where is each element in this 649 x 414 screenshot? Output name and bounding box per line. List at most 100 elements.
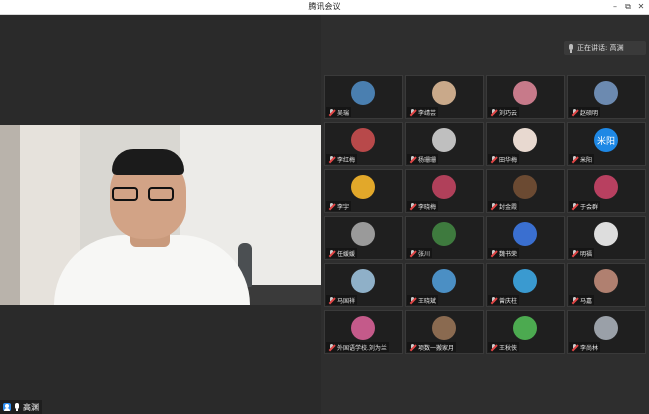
participant-tile[interactable]: 马嘉 xyxy=(567,263,646,307)
participant-tile[interactable]: 明福 xyxy=(567,216,646,260)
participant-tile[interactable]: 李靖芸 xyxy=(405,75,484,119)
participant-tile[interactable]: 张川 xyxy=(405,216,484,260)
participant-name: 李宇 xyxy=(337,203,350,211)
participant-name-tag: 刘巧云 xyxy=(488,107,520,117)
avatar xyxy=(594,269,618,293)
participant-name-tag: 曾庆柱 xyxy=(488,295,520,305)
participant-name: 赵硕明 xyxy=(580,109,599,117)
mic-muted-icon xyxy=(490,296,497,304)
participant-name-tag: 李尚林 xyxy=(569,342,601,352)
participant-name-tag: 任媛媛 xyxy=(326,248,358,258)
participant-tile[interactable]: 任媛媛 xyxy=(324,216,403,260)
participant-name-tag: 李靖芸 xyxy=(407,107,439,117)
participant-tile[interactable]: 吴瑞 xyxy=(324,75,403,119)
participant-name-tag: 李红梅 xyxy=(326,154,358,164)
participant-name: 任媛媛 xyxy=(337,250,356,258)
participant-tile[interactable]: 李尚林 xyxy=(567,310,646,354)
participant-name: 米阳 xyxy=(580,156,593,164)
mic-muted-icon xyxy=(490,249,497,257)
participant-name: 李尚林 xyxy=(580,344,599,352)
participant-name: 李靖芸 xyxy=(418,109,437,117)
mic-muted-icon xyxy=(490,155,497,163)
mic-muted-icon xyxy=(409,249,416,257)
participant-tile[interactable]: 赵硕明 xyxy=(567,75,646,119)
participant-name: 曾庆柱 xyxy=(499,297,518,305)
mic-muted-icon xyxy=(409,202,416,210)
mic-muted-icon xyxy=(328,108,335,116)
avatar xyxy=(432,128,456,152)
participant-tile[interactable]: 刘巧云 xyxy=(486,75,565,119)
participant-name-tag: 米阳 xyxy=(569,154,595,164)
participant-tile[interactable]: 李宇 xyxy=(324,169,403,213)
participant-tile[interactable]: 田华梅 xyxy=(486,122,565,166)
restore-button[interactable]: ⧉ xyxy=(621,1,635,13)
avatar xyxy=(594,316,618,340)
participant-name: 吴瑞 xyxy=(337,109,350,117)
mic-muted-icon xyxy=(571,108,578,116)
avatar xyxy=(432,222,456,246)
participant-name-tag: 项数一搬家月 xyxy=(407,342,457,352)
avatar xyxy=(513,316,537,340)
participant-tile[interactable]: 项数一搬家月 xyxy=(405,310,484,354)
mic-muted-icon xyxy=(571,296,578,304)
participant-tile[interactable]: 曾庆柱 xyxy=(486,263,565,307)
mic-muted-icon xyxy=(571,343,578,351)
avatar xyxy=(432,175,456,199)
participant-name: 外国语学校.刘为兰 xyxy=(337,344,387,352)
speaker-name-label: 高渊 xyxy=(23,402,39,412)
minimize-button[interactable]: – xyxy=(608,1,622,13)
mic-muted-icon xyxy=(409,343,416,351)
mic-muted-icon xyxy=(571,249,578,257)
speaker-name-tag: 高渊 xyxy=(0,400,42,414)
participant-name-tag: 外国语学校.刘为兰 xyxy=(326,342,389,352)
participant-tile[interactable]: 封金霞 xyxy=(486,169,565,213)
avatar xyxy=(351,316,375,340)
avatar xyxy=(351,81,375,105)
participant-tile[interactable]: 魏书荣 xyxy=(486,216,565,260)
avatar xyxy=(513,81,537,105)
avatar xyxy=(351,175,375,199)
participant-name-tag: 张川 xyxy=(407,248,433,258)
participant-name: 马嘉 xyxy=(580,297,593,305)
participant-tile[interactable]: 杨珊珊 xyxy=(405,122,484,166)
close-button[interactable]: ✕ xyxy=(634,1,648,13)
mic-muted-icon xyxy=(490,202,497,210)
participant-tile[interactable]: 王晓斌 xyxy=(405,263,484,307)
mic-muted-icon xyxy=(328,343,335,351)
participant-panel: 正在讲话: 高渊 吴瑞 李靖芸 刘巧云 赵硕明李红梅 杨珊珊 田华梅 米阳 米阳李宇 李晓梅 封金… xyxy=(321,15,649,414)
participant-name-tag: 明福 xyxy=(569,248,595,258)
participant-name: 杨珊珊 xyxy=(418,156,437,164)
participant-name: 田华梅 xyxy=(499,156,518,164)
mic-muted-icon xyxy=(571,202,578,210)
avatar xyxy=(432,269,456,293)
avatar xyxy=(594,222,618,246)
participant-name: 于会群 xyxy=(580,203,599,211)
participant-name-tag: 马国祥 xyxy=(326,295,358,305)
participant-name-tag: 马嘉 xyxy=(569,295,595,305)
participant-tile[interactable]: 于会群 xyxy=(567,169,646,213)
speaker-video[interactable] xyxy=(0,125,321,305)
participant-name: 王秋侠 xyxy=(499,344,518,352)
participant-name-tag: 魏书荣 xyxy=(488,248,520,258)
avatar xyxy=(594,175,618,199)
mic-muted-icon xyxy=(328,155,335,163)
speaking-label: 正在讲话: 高渊 xyxy=(577,44,624,52)
participant-name-tag: 王秋侠 xyxy=(488,342,520,352)
participant-name: 封金霞 xyxy=(499,203,518,211)
participant-tile[interactable]: 外国语学校.刘为兰 xyxy=(324,310,403,354)
title-bar: 腾讯会议 – ⧉ ✕ xyxy=(0,0,649,15)
participant-tile[interactable]: 马国祥 xyxy=(324,263,403,307)
avatar xyxy=(513,175,537,199)
participant-name-tag: 李晓梅 xyxy=(407,201,439,211)
participant-name-tag: 于会群 xyxy=(569,201,601,211)
participant-tile[interactable]: 王秋侠 xyxy=(486,310,565,354)
avatar xyxy=(513,222,537,246)
participant-tile[interactable]: 米阳 米阳 xyxy=(567,122,646,166)
participant-tile[interactable]: 李晓梅 xyxy=(405,169,484,213)
participant-tile[interactable]: 李红梅 xyxy=(324,122,403,166)
participant-name: 魏书荣 xyxy=(499,250,518,258)
avatar xyxy=(513,128,537,152)
avatar xyxy=(432,81,456,105)
mic-muted-icon xyxy=(409,108,416,116)
participant-name: 明福 xyxy=(580,250,593,258)
